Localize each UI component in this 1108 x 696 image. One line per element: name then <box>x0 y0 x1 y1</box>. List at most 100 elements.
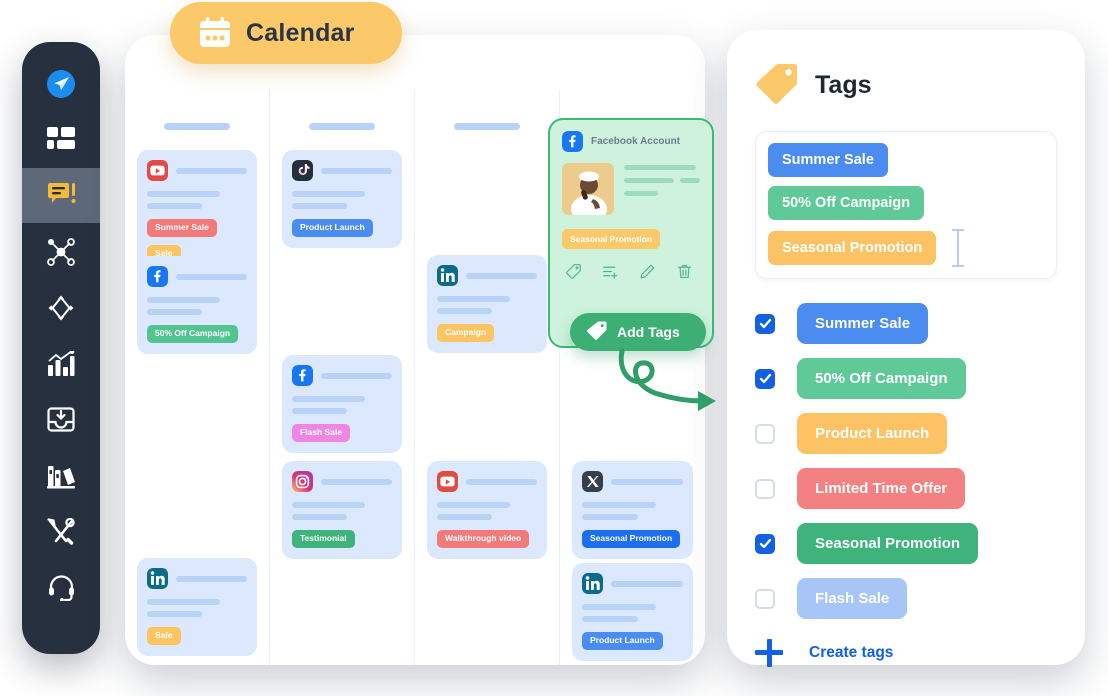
sidebar-item-tools[interactable] <box>22 504 100 559</box>
skeleton-line <box>582 616 638 622</box>
post-card[interactable]: Seasonal Promotion <box>572 461 693 559</box>
tag-option-row[interactable]: Flash Sale <box>755 578 1057 619</box>
skeleton-line <box>176 273 247 280</box>
headset-support-icon <box>48 574 75 601</box>
post-tag-chip[interactable]: Product Launch <box>582 632 663 650</box>
tag-option-chip[interactable]: Product Launch <box>797 413 948 454</box>
post-tag-list: Product Launch <box>292 219 392 237</box>
selected-tag-chip[interactable]: Seasonal Promotion <box>768 231 937 265</box>
list-add-icon[interactable] <box>602 263 619 285</box>
post-tag-chip[interactable]: Summer Sale <box>147 219 217 237</box>
post-tag-chip[interactable]: Sale <box>147 627 181 645</box>
highlight-card-header: Facebook Account <box>562 131 700 152</box>
calendar-badge[interactable]: Calendar <box>170 2 402 64</box>
skeleton-line <box>176 167 247 174</box>
post-card[interactable]: Product Launch <box>282 150 402 248</box>
highlight-account-name: Facebook Account <box>591 136 681 147</box>
post-card[interactable]: Campaign <box>427 255 547 353</box>
post-card-header <box>292 471 392 492</box>
post-card-header <box>292 160 392 181</box>
post-card[interactable]: 50% Off Campaign <box>137 256 257 354</box>
selected-tag-chip[interactable]: Summer Sale <box>768 143 888 177</box>
post-card-header <box>582 471 683 492</box>
selected-tag-chip[interactable]: 50% Off Campaign <box>768 186 925 220</box>
tag-option-chip[interactable]: Limited Time Offer <box>797 468 966 509</box>
tag-option-row[interactable]: Limited Time Offer <box>755 468 1057 509</box>
post-tag-chip[interactable]: Campaign <box>437 324 495 342</box>
calendar-column-1: Summer Sale Sale 50% Off Campaign Sale <box>125 90 270 665</box>
skeleton-line <box>292 396 365 402</box>
sidebar-item-move[interactable] <box>22 280 100 335</box>
tag-checkbox[interactable] <box>755 533 775 554</box>
tag-option-row[interactable]: Seasonal Promotion <box>755 523 1057 564</box>
tag-icon <box>755 62 799 109</box>
linkedin-icon <box>582 573 603 594</box>
sidebar-item-network[interactable] <box>22 224 100 279</box>
post-tag-chip[interactable]: Flash Sale <box>292 424 351 442</box>
facebook-icon <box>292 365 313 386</box>
tag-option-chip[interactable]: Summer Sale <box>797 303 929 344</box>
sidebar-item-inbox[interactable] <box>22 168 100 223</box>
tag-option-chip[interactable]: 50% Off Campaign <box>797 358 966 399</box>
tag-input-field[interactable]: Summer Sale 50% Off Campaign Seasonal Prom… <box>755 131 1057 279</box>
tag-option-chip[interactable]: Seasonal Promotion <box>797 523 979 564</box>
bar-chart-growth-icon <box>47 350 75 377</box>
post-card[interactable]: Walkthrough video <box>427 461 547 559</box>
sidebar-item-library[interactable] <box>22 448 100 503</box>
linkedin-icon <box>437 265 458 286</box>
tag-checkbox[interactable] <box>755 313 775 334</box>
post-tag-chip[interactable]: Testimonial <box>292 530 355 548</box>
post-tag-chip[interactable]: Walkthrough video <box>437 530 530 548</box>
skeleton-line <box>176 575 247 582</box>
post-tag-chip[interactable]: Product Launch <box>292 219 373 237</box>
tag-option-row[interactable]: 50% Off Campaign <box>755 358 1057 399</box>
skeleton-line <box>147 191 220 197</box>
tag-checkbox[interactable] <box>755 588 775 609</box>
post-card-header <box>437 471 537 492</box>
sidebar-item-send[interactable] <box>22 56 100 111</box>
post-card[interactable]: Flash Sale <box>282 355 402 453</box>
youtube-icon <box>437 471 458 492</box>
skeleton-line <box>292 502 365 508</box>
tag-checkbox[interactable] <box>755 423 775 444</box>
pencil-edit-icon[interactable] <box>639 263 656 285</box>
tag-icon[interactable] <box>565 263 582 285</box>
post-tag-chip[interactable]: 50% Off Campaign <box>147 325 239 343</box>
post-card[interactable]: Sale <box>137 558 257 656</box>
post-tag-list: Flash Sale <box>292 424 392 442</box>
post-card[interactable]: Testimonial <box>282 461 402 559</box>
trash-delete-icon[interactable] <box>676 263 693 285</box>
create-tags-label: Create tags <box>809 644 894 661</box>
post-tag-chip[interactable]: Seasonal Promotion <box>562 229 661 249</box>
diamond-arrows-icon <box>47 294 75 322</box>
skeleton-line <box>624 165 697 170</box>
create-tags-button[interactable]: Create tags <box>755 639 1057 667</box>
skeleton-line <box>624 178 675 183</box>
sidebar-item-support[interactable] <box>22 560 100 615</box>
screenshot-root: Summer Sale Sale 50% Off Campaign Sale Produ… <box>0 0 1108 696</box>
instagram-icon <box>292 471 313 492</box>
tools-wrench-icon <box>47 518 75 545</box>
sidebar-item-dashboard[interactable] <box>22 112 100 167</box>
tag-option-row[interactable]: Product Launch <box>755 413 1057 454</box>
calendar-column-2: Product Launch Flash Sale Testimonial <box>270 90 415 665</box>
network-nodes-icon <box>47 237 75 266</box>
tag-checkbox[interactable] <box>755 368 775 389</box>
skeleton-line <box>292 203 347 209</box>
skeleton-line <box>147 611 202 617</box>
sidebar-item-downloads[interactable] <box>22 392 100 447</box>
tags-panel-header: Tags <box>755 62 1057 109</box>
column-header-placeholder <box>309 123 375 130</box>
skeleton-line <box>147 599 220 605</box>
post-card[interactable]: Product Launch <box>572 563 693 661</box>
post-card-header <box>147 160 247 181</box>
skeleton-line <box>611 580 683 587</box>
column-header-placeholder <box>454 123 520 130</box>
facebook-icon <box>562 131 583 152</box>
post-card[interactable]: Summer Sale Sale <box>137 150 257 274</box>
tag-option-chip[interactable]: Flash Sale <box>797 578 908 619</box>
post-tag-chip[interactable]: Seasonal Promotion <box>582 530 681 548</box>
sidebar-item-analytics[interactable] <box>22 336 100 391</box>
tag-checkbox[interactable] <box>755 478 775 499</box>
tag-option-row[interactable]: Summer Sale <box>755 303 1057 344</box>
